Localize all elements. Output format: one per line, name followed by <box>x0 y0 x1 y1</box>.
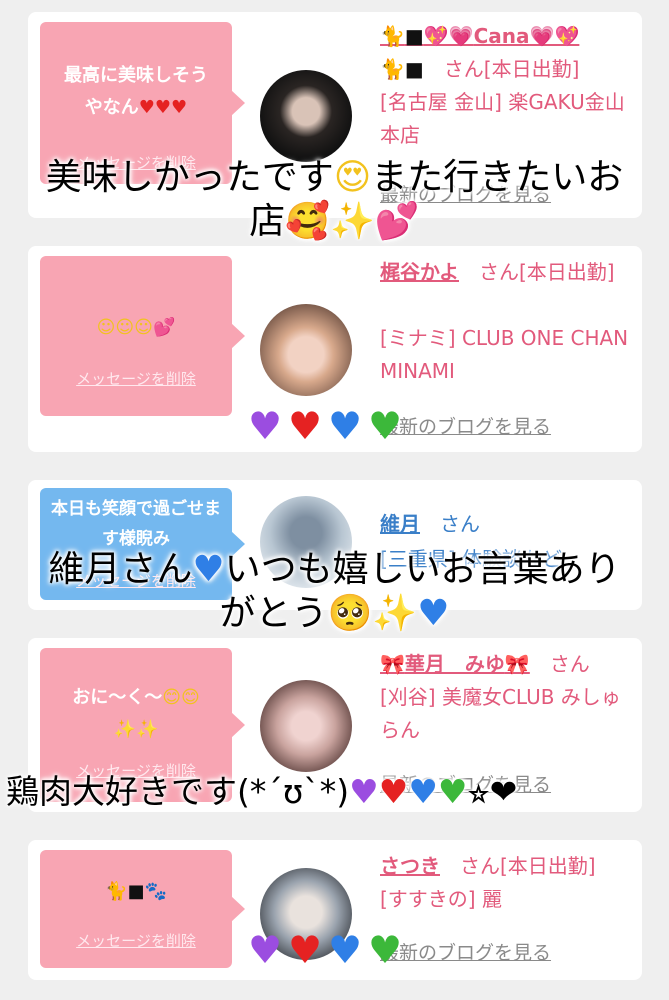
message-text: 🐈■🐾 <box>105 881 167 902</box>
message-text: 最高に美味しそう やなん♥♥♥ <box>64 65 208 118</box>
user-info: 🎀華月 みゆ🎀 さん [刈谷] 美魔女CLUB みしゅらん <box>380 648 630 747</box>
shop-name: [刈谷] 美魔女CLUB みしゅらん <box>380 685 621 742</box>
delete-message-link[interactable]: メッセージを削除 <box>40 368 232 389</box>
attendance-label: さん <box>549 652 590 676</box>
user-info: 🐈■💖💗Cana💗💖 🐈■ さん[本日出勤] [名古屋 金山] 楽GAKU金山本… <box>380 20 630 152</box>
attendance-label: さん <box>440 512 480 536</box>
avatar[interactable] <box>260 70 352 162</box>
hearts-overlay: ♥ ♥ ♥ ♥ <box>247 928 405 972</box>
message-bubble: 🐈■🐾 メッセージを削除 <box>40 850 245 968</box>
message-text: 本日も笑顔で過ごせます様睨み <box>51 499 221 549</box>
avatar[interactable] <box>260 680 352 772</box>
attendance-label: さん[本日出勤] <box>460 854 596 878</box>
user-info: 梶谷かよ さん[本日出勤] [ミナミ] CLUB ONE CHAN MINAMI <box>380 256 630 388</box>
attendance-label: さん[本日出勤] <box>443 57 580 81</box>
user-name-link[interactable]: 🎀華月 みゆ🎀 <box>380 652 530 676</box>
user-name-link[interactable]: さつき <box>380 854 440 878</box>
message-text: おに〜く〜😊😊 ✨✨ <box>72 687 200 740</box>
delete-message-link[interactable]: メッセージを削除 <box>40 930 232 951</box>
user-name-link[interactable]: 🐈■💖💗Cana💗💖 <box>380 24 579 48</box>
shop-name: [すすきの] 麗 <box>380 887 502 911</box>
avatar[interactable] <box>260 304 352 396</box>
shop-name: [ミナミ] CLUB ONE CHAN MINAMI <box>380 326 629 383</box>
shop-name: [名古屋 金山] 楽GAKU金山本店 <box>380 90 625 147</box>
message-bubble: ☺☺☺💕 メッセージを削除 <box>40 256 245 416</box>
caption-1: 美味しかったです😍また行きたいお 店🥰✨💕 <box>45 157 624 242</box>
user-name-link[interactable]: 梶谷かよ <box>380 260 459 284</box>
message-text: ☺☺☺💕 <box>96 317 176 338</box>
caption-2: 維月さん♥いつも嬉しいお言葉あり がとう🥺✨♥ <box>48 549 621 634</box>
user-name-link[interactable]: 維月 <box>380 512 420 536</box>
user-info: さつき さん[本日出勤] [すすきの] 麗 <box>380 850 630 916</box>
hearts-overlay: ♥ ♥ ♥ ♥ <box>247 404 405 448</box>
caption-3: 鶏肉大好きです(*´ʊ`*)♥♥♥♥⭐︎❤ <box>6 772 518 811</box>
attendance-label: さん[本日出勤] <box>479 260 615 284</box>
